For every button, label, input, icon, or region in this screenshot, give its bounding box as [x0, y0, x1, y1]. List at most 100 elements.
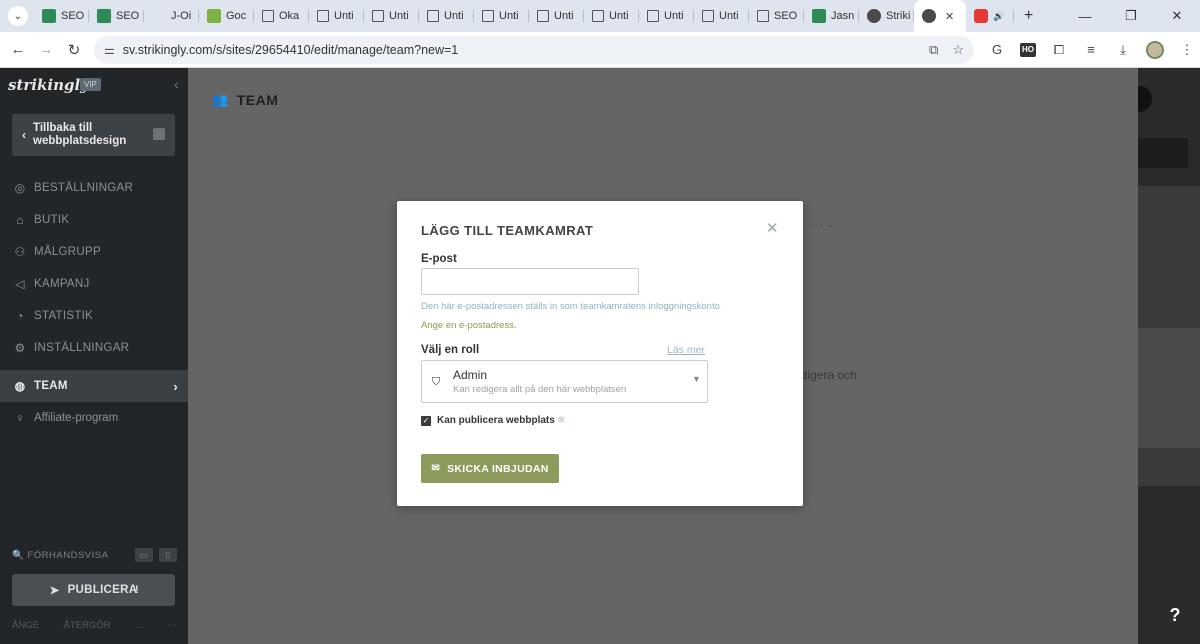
sidebar-item-statistics[interactable]: ◔ STATISTIK	[0, 300, 188, 332]
more-options-icon[interactable]: ⋯	[167, 620, 177, 631]
can-publish-label: Kan publicera webbplats	[437, 415, 555, 426]
browser-tab[interactable]: Unti	[474, 0, 529, 32]
browser-tab[interactable]: Oka	[254, 0, 309, 32]
browser-tab[interactable]: Unti	[584, 0, 639, 32]
sidebar-item-label: BESTÄLLNINGAR	[34, 182, 134, 194]
restore-button[interactable]: ❐	[1108, 8, 1154, 24]
tab-title: Unti	[664, 10, 684, 22]
window-controls: — ❐ ✕	[1062, 0, 1200, 32]
grammarly-icon[interactable]: G	[988, 42, 1006, 57]
translate-icon[interactable]: ⧉	[929, 42, 938, 58]
browser-tab[interactable]: Unti	[419, 0, 474, 32]
strikingly-logo: strikingly	[8, 76, 89, 94]
email-label: E-post	[421, 253, 457, 265]
browser-tab[interactable]: Unti	[364, 0, 419, 32]
tab-active[interactable]: ✕	[914, 0, 966, 32]
mobile-preview-icon[interactable]: ▯	[159, 548, 177, 562]
new-tab-button[interactable]: +	[1024, 7, 1033, 25]
email-field[interactable]	[421, 268, 639, 295]
tab-close-icon[interactable]: ✕	[945, 10, 954, 23]
sidebar-item-label: TEAM	[34, 380, 68, 392]
back-to-design-button[interactable]: ‹ Tillbaka till webbplatsdesign	[12, 114, 175, 156]
minimize-button[interactable]: —	[1062, 9, 1108, 24]
role-select[interactable]: ⛉ Admin Kan redigera allt på den här web…	[421, 360, 708, 403]
publish-label: PUBLICERA	[67, 584, 138, 596]
help-button[interactable]: ?	[1158, 598, 1192, 632]
sidebar-item-orders[interactable]: ◎ BESTÄLLNINGAR	[0, 172, 188, 204]
green-favicon-icon	[97, 9, 111, 23]
doc-favicon-icon	[372, 10, 384, 22]
team-icon: ◍	[14, 379, 26, 393]
browser-tab[interactable]: Unti	[309, 0, 364, 32]
chevron-down-icon: ▼	[692, 374, 701, 384]
desktop-preview-icon[interactable]: ▭	[135, 548, 153, 562]
sidebar-nav: ◎ BESTÄLLNINGAR ⌂ BUTIK ⚇ MÅLGRUPP ◁ KAMPANJ ◔ ST…	[0, 172, 188, 434]
team-icon: 👥	[212, 92, 229, 107]
site-info-icon[interactable]: ⚌	[104, 43, 115, 57]
sidebar-item-label: INSTÄLLNINGAR	[34, 342, 130, 354]
back-to-design-label: Tillbaka till webbplatsdesign	[33, 122, 127, 147]
window-close-button[interactable]: ✕	[1154, 8, 1200, 24]
sidebar-item-campaign[interactable]: ◁ KAMPANJ	[0, 268, 188, 300]
browser-tab[interactable]: Striki	[859, 0, 914, 32]
audio-icon: 🔊	[993, 10, 1005, 21]
profile-avatar[interactable]	[1146, 40, 1164, 59]
info-icon[interactable]: ❄	[557, 415, 565, 426]
browser-tab[interactable]: Goc	[199, 0, 254, 32]
browser-tab[interactable]: Unti	[694, 0, 749, 32]
back-arrow-icon[interactable]: ←	[4, 41, 32, 58]
can-publish-checkbox[interactable]: ✓	[421, 416, 431, 426]
browser-tab[interactable]: Jasn	[804, 0, 859, 32]
sidebar-footer: ÅNGE ÅTERGÖR ... ⋯	[12, 620, 177, 631]
role-name: Admin	[453, 368, 488, 382]
more-text[interactable]: ...	[135, 620, 143, 631]
email-hint-text: Ange en e-postadress.	[421, 320, 517, 331]
tab-search-icon[interactable]: ⌄	[8, 6, 28, 26]
browser-tab[interactable]: SEO	[749, 0, 804, 32]
redo-button[interactable]: ÅTERGÖR	[63, 620, 110, 631]
tab-title: Unti	[389, 10, 409, 22]
sidebar-item-affiliate[interactable]: ♀ Affiliate-program	[0, 402, 188, 434]
media-control-icon[interactable]: ≡	[1082, 42, 1100, 57]
forward-arrow-icon[interactable]: →	[32, 41, 60, 58]
sidebar-item-settings[interactable]: ⚙ INSTÄLLNINGAR	[0, 332, 188, 364]
tab-title: Striki	[886, 10, 911, 22]
browser-tab[interactable]: SEO	[34, 0, 89, 32]
bookmark-star-icon[interactable]: ☆	[952, 42, 964, 58]
role-label: Välj en roll	[421, 344, 480, 356]
browser-tab[interactable]: SEO	[89, 0, 144, 32]
send-invite-button[interactable]: ✉ SKICKA INBJUDAN	[421, 454, 559, 483]
download-icon[interactable]: ⤓	[1114, 42, 1132, 58]
tab-title: J-Oi	[171, 10, 192, 22]
ho-extension-icon[interactable]: HO	[1020, 42, 1036, 57]
browser-tab[interactable]: Unti	[639, 0, 694, 32]
sidebar-item-label: MÅLGRUPP	[34, 246, 101, 258]
doc-favicon-icon	[427, 10, 439, 22]
email-help-text: Den här e-postadressen ställs in som tea…	[421, 301, 720, 312]
omnibox[interactable]: ⚌ sv.strikingly.com/s/sites/29654410/edi…	[94, 35, 974, 64]
undo-button[interactable]: ÅNGE	[12, 620, 39, 631]
sidebar-item-store[interactable]: ⌂ BUTIK	[0, 204, 188, 236]
doc-favicon-icon	[317, 10, 329, 22]
settings-icon: ⚙	[14, 341, 26, 355]
tab-title: Unti	[444, 10, 464, 22]
sidebar-item-team[interactable]: ◍ TEAM ›	[0, 370, 188, 402]
vip-badge: VIP	[80, 78, 101, 91]
close-icon[interactable]: ✕	[766, 219, 779, 237]
publish-button[interactable]: ➤ PUBLICERA !	[12, 574, 175, 606]
preview-link[interactable]: 🔍 FÖRHANDSVISA	[12, 550, 129, 561]
browser-tab[interactable]: J-Oi	[144, 0, 199, 32]
sidebar-item-audience[interactable]: ⚇ MÅLGRUPP	[0, 236, 188, 268]
tab-youtube[interactable]: 🔊	[966, 0, 1014, 32]
browser-menu-icon[interactable]: ⋮	[1178, 42, 1196, 58]
collapse-sidebar-icon[interactable]: ‹	[174, 76, 179, 92]
browser-tab[interactable]: Unti	[529, 0, 584, 32]
reload-icon[interactable]: ↻	[60, 41, 88, 59]
send-invite-label: SKICKA INBJUDAN	[447, 462, 549, 475]
page-title: 👥 TEAM	[212, 92, 278, 108]
tab-title: Unti	[719, 10, 739, 22]
read-more-link[interactable]: Läs mer	[667, 344, 705, 356]
url-text[interactable]: sv.strikingly.com/s/sites/29654410/edit/…	[123, 43, 915, 57]
extensions-puzzle-icon[interactable]: ⧠	[1050, 42, 1068, 58]
doc-favicon-icon	[757, 10, 769, 22]
